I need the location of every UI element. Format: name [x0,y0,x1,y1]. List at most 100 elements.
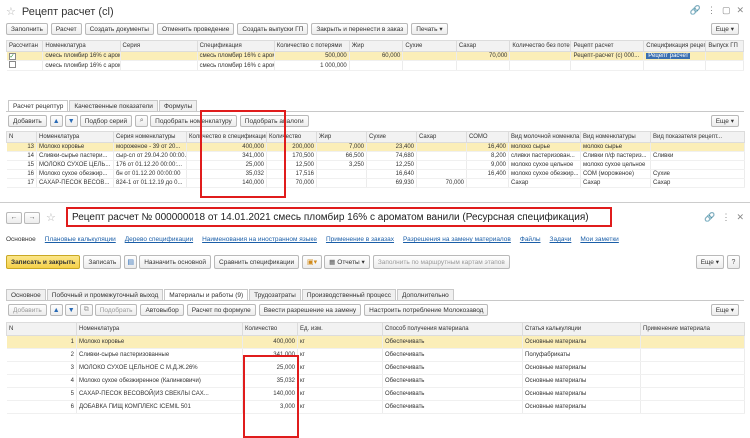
close-icon[interactable]: ✕ [736,212,744,223]
col-header[interactable]: Рассчитан [5,40,44,52]
cell[interactable] [640,387,745,401]
cell[interactable]: 7,000 [316,142,367,152]
cell[interactable]: Сливки п/ф пастериз... [580,151,651,161]
cell[interactable]: смесь пломбир 16% с аромат [42,51,121,61]
close-transfer-button[interactable]: Закрыть и перенести в заказ [311,23,409,35]
cell[interactable] [705,51,744,61]
cell[interactable]: 8,200 [466,151,509,161]
cell[interactable]: Основные материалы [522,400,641,414]
cell[interactable] [402,60,457,71]
cell[interactable]: смесь пломбир 16% с аромат [42,60,121,71]
cell[interactable]: молоко сухое цельное [508,160,581,170]
copy-icon[interactable]: ⧉ [79,304,93,316]
cell[interactable]: кг [297,400,383,414]
cell[interactable] [120,60,198,71]
close-icon[interactable]: ✕ [736,5,744,16]
save-close-button[interactable]: Записать и закрыть [6,255,81,269]
cell[interactable]: 3,250 [316,160,367,170]
table-row[interactable]: смесь пломбир 16% с аромат смесь пломбир… [6,60,744,71]
table-row[interactable]: 6 ДОБАВКА ПИЩ КОМПЛЕКС ICEMIL 501 3,000 кг О… [6,400,745,414]
fill-button[interactable]: Заполнить [6,23,48,35]
cell[interactable]: Молоко сухое обезжиренное (Калинковичи) [76,374,243,388]
col-header[interactable]: N [6,131,37,143]
create-output-button[interactable]: Создать выпуски ГП [237,23,309,35]
cell[interactable]: САХАР-ПЕСОК ВЕСОВОЙ(ИЗ СВЕКЛЫ САХ... [76,387,243,401]
magnifier-icon[interactable]: ⌕ [135,115,149,127]
cell[interactable] [416,160,467,170]
compare-specs-button[interactable]: Сравнить спецификации [214,255,300,269]
cell[interactable]: сливки пастеризован... [508,151,581,161]
cell[interactable] [640,348,745,362]
cell[interactable]: 4 [6,374,77,388]
cell[interactable]: 3 [6,361,77,375]
col-header[interactable]: Способ получения материала [382,322,523,336]
cell[interactable] [643,60,707,71]
cell[interactable]: смесь пломбир 16% с аромат [197,60,275,71]
col-header[interactable]: Номенклатура [76,322,243,336]
col-header[interactable]: Серия [119,40,198,52]
nav-spec-tree[interactable]: Дерево спецификации [125,236,193,243]
cell[interactable] [416,151,467,161]
select-button[interactable]: Подобрать [94,304,138,316]
cell[interactable]: Молоко сухое обезжир... [36,169,114,179]
formula-calc-button[interactable]: Расчет по формуле [186,304,256,316]
print-button[interactable]: Печать ▾ [411,23,448,35]
cell[interactable] [416,169,467,179]
save-button[interactable]: Записать [83,255,122,269]
folder-icon[interactable]: ▣▾ [302,255,323,269]
cell[interactable]: 17 [6,178,37,188]
cell[interactable]: 13 [6,142,37,152]
cell[interactable]: кг [297,348,383,362]
cell[interactable]: кг [297,335,383,349]
col-header[interactable]: Сахар [416,131,467,143]
cell[interactable]: Основные материалы [522,361,641,375]
table-row[interactable]: ✓ смесь пломбир 16% с аромат смесь пломб… [6,51,744,61]
col-header[interactable]: Рецепт расчет [570,40,645,52]
cell[interactable]: мороженое - 39 от 20... [113,142,187,152]
star-icon[interactable]: ☆ [46,211,56,224]
cell[interactable]: 16,640 [366,169,417,179]
cell[interactable]: Обеспечивать [382,387,523,401]
col-header[interactable]: Количество без потерь [509,40,572,52]
cell[interactable] [640,361,745,375]
table-row[interactable]: 4 Молоко сухое обезжиренное (Калинковичи)… [6,374,745,388]
table-row[interactable]: 17 САХАР-ПЕСОК ВЕСОВ... 824-1 от 01.12.19 … [6,178,745,188]
col-header[interactable]: Вид молочной номенкла... [508,131,581,143]
help-icon[interactable]: ? [727,255,740,269]
bottom-more-button[interactable]: Еще ▾ [695,255,724,269]
maximize-icon[interactable]: ▢ [722,5,731,16]
table-row[interactable]: 1 Молоко коровье 400,000 кг Обеспечивать Осно… [6,335,745,349]
table-row[interactable]: 15 МОЛОКО СУХОЕ ЦЕЛЬ... 176 от 01.12.20 00… [6,160,745,170]
link-icon[interactable]: 🔗 [704,212,715,223]
cell[interactable]: ДОБАВКА ПИЩ КОМПЛЕКС ICEMIL 501 [76,400,243,414]
col-header[interactable]: Сахар [455,40,511,52]
cell[interactable]: МОЛОКО СУХОЕ ЦЕЛЬНОЕ С М.Д.Ж.26% [76,361,243,375]
cell[interactable]: 16 [6,169,37,179]
cell[interactable] [349,60,404,71]
add-button[interactable]: Добавить [8,304,47,316]
cell[interactable] [640,335,745,349]
forward-arrow-icon[interactable]: → [24,211,40,224]
cell[interactable] [640,374,745,388]
nav-files[interactable]: Файлы [520,236,541,243]
arrow-down-icon[interactable]: ▼ [64,304,78,316]
nav-plan-calc[interactable]: Плановые калькуляции [45,236,116,243]
col-header[interactable]: Номенклатура [42,40,121,52]
star-icon[interactable]: ☆ [6,5,16,18]
tab-recipe-calc[interactable]: Расчет рецептур [8,100,69,111]
nav-foreign-names[interactable]: Наименования на иностранном языке [202,236,317,243]
top-more2-button[interactable]: Еще ▾ [710,115,739,127]
cell[interactable]: 66,500 [316,151,367,161]
cell[interactable]: САХАР-ПЕСОК ВЕСОВ... [36,178,114,188]
cell[interactable] [640,400,745,414]
cell[interactable]: Полуфабрикаты [522,348,641,362]
cell[interactable] [416,142,467,152]
tab-quality[interactable]: Качественные показатели [69,100,158,111]
reports-button[interactable]: ▦ Отчеты ▾ [324,255,370,269]
cancel-post-button[interactable]: Отменить проведение [156,23,235,35]
cell[interactable]: Сахар [508,178,581,188]
col-header[interactable]: Статья калькуляции [522,322,641,336]
cell[interactable]: Молоко коровье [36,142,114,152]
checkbox-cell[interactable]: ✓ [6,51,44,61]
checkbox-cell[interactable] [6,60,44,71]
